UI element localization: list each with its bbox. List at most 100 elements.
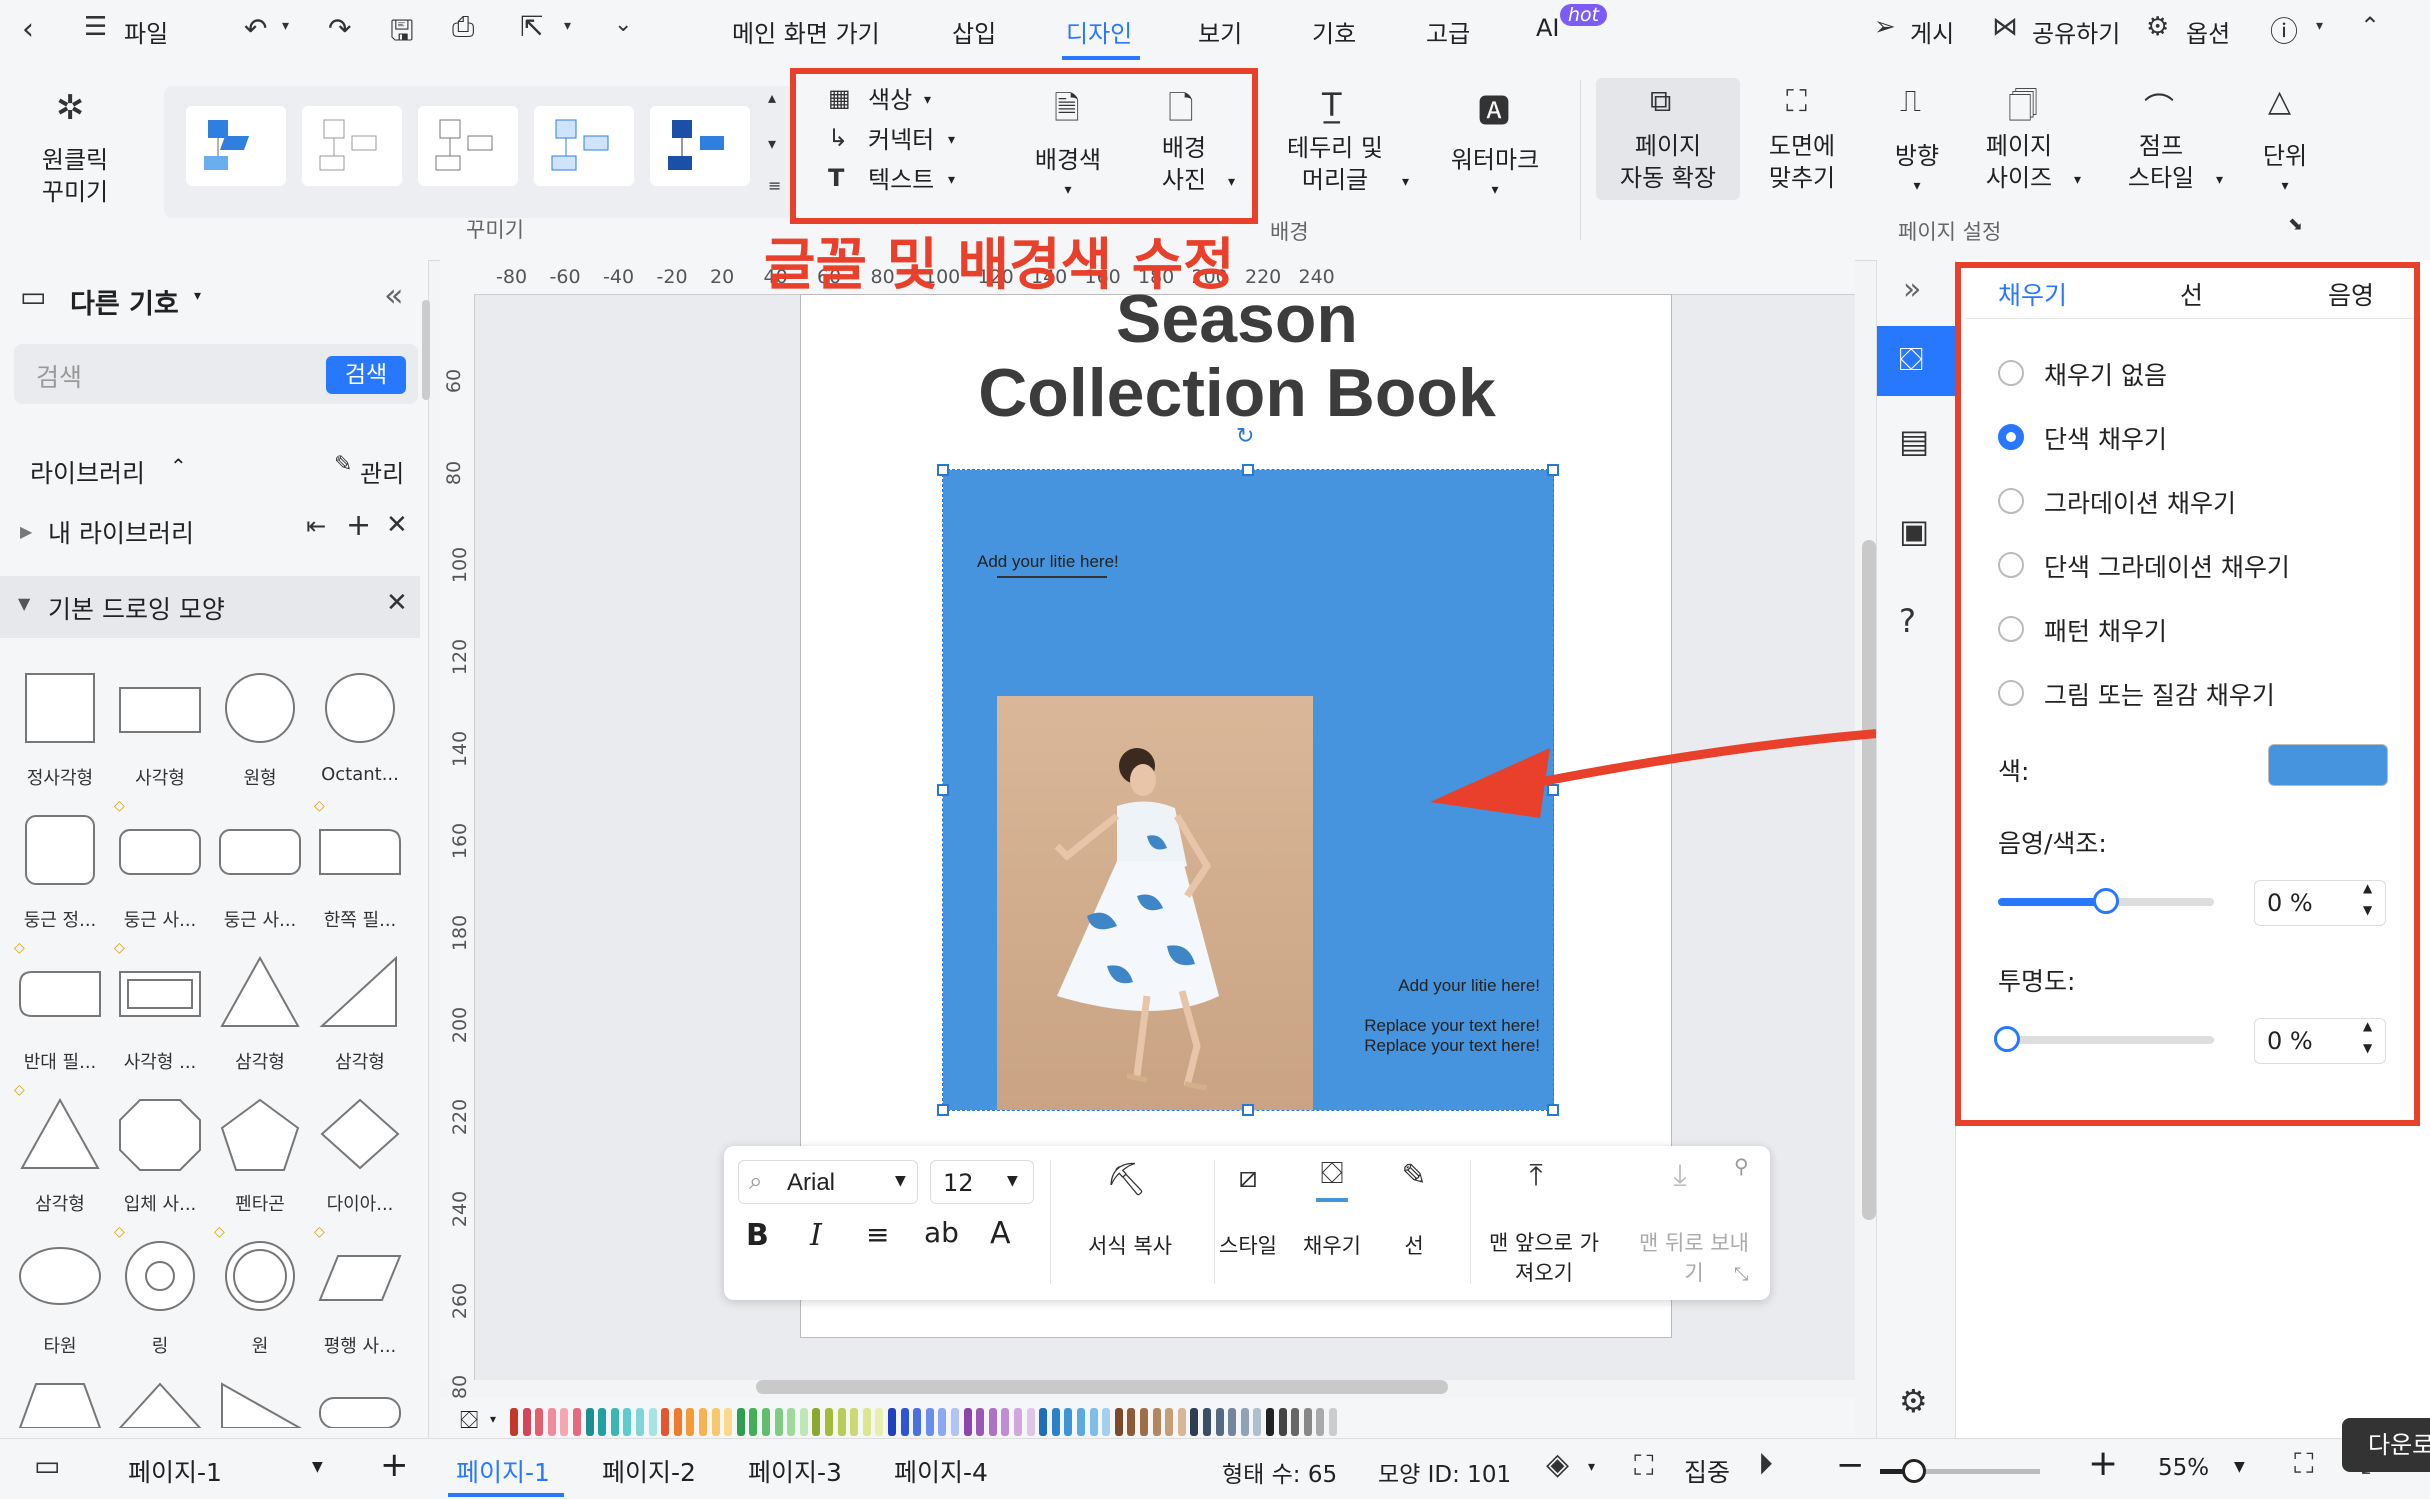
resize-handle[interactable] <box>1547 464 1559 476</box>
tab-page-3[interactable]: 페이지-3 <box>748 1453 842 1489</box>
redo-icon[interactable]: ↷ <box>328 12 351 45</box>
add-page-icon[interactable]: + <box>380 1445 409 1485</box>
collapse-ribbon-icon[interactable]: ⌃ <box>2360 12 2380 40</box>
style-theme-4[interactable] <box>534 106 634 186</box>
color-swatch[interactable] <box>1329 1408 1337 1436</box>
download-tooltip[interactable]: 다운로 <box>2342 1418 2430 1472</box>
text-case-icon[interactable]: ab <box>924 1216 959 1249</box>
line-pen-icon[interactable]: ✎ <box>1366 1158 1462 1193</box>
jump-style-button[interactable]: ⌒ 점프 스타일 ▾ <box>2106 84 2236 214</box>
menu-home[interactable]: 메인 화면 가기 <box>732 14 880 49</box>
color-swatch[interactable] <box>1026 1408 1035 1436</box>
style-theme-5[interactable] <box>650 106 750 186</box>
color-swatch[interactable] <box>560 1408 569 1436</box>
border-header-button[interactable]: T̲ 테두리 및 머리글 ▾ <box>1270 86 1420 216</box>
font-color-icon[interactable]: A <box>990 1216 1011 1251</box>
search-input[interactable]: 검색 <box>36 358 82 394</box>
shape-item[interactable]: 사각형 <box>110 668 210 798</box>
shape-item[interactable]: 링 ◇ <box>110 1224 210 1366</box>
font-select[interactable]: ⌕ Arial ▼ <box>738 1160 918 1204</box>
horizontal-scrollbar[interactable] <box>756 1380 1448 1394</box>
save-icon[interactable]: 🖫 <box>390 10 414 58</box>
chevron-down-icon[interactable]: ▾ <box>2316 18 2323 34</box>
zoom-out-icon[interactable]: − <box>1836 1445 1865 1485</box>
gallery-up-icon[interactable]: ▴ <box>768 88 776 107</box>
file-menu[interactable]: 파일 <box>124 14 168 49</box>
color-swatch[interactable] <box>1228 1408 1237 1436</box>
color-swatch[interactable] <box>762 1408 770 1436</box>
layers-icon[interactable]: ◈ <box>1546 1447 1569 1482</box>
color-swatch[interactable] <box>535 1408 544 1436</box>
shape-item[interactable] <box>310 1378 410 1428</box>
color-swatch[interactable] <box>799 1408 808 1436</box>
chevron-down-icon[interactable]: ▼ <box>312 1459 323 1475</box>
play-icon[interactable]: ⏵ <box>1758 1447 1773 1482</box>
color-swatch[interactable] <box>749 1408 758 1436</box>
orientation-button[interactable]: ⎍ 방향 ▾ <box>1862 84 1972 214</box>
color-swatch[interactable] <box>1001 1408 1010 1436</box>
color-swatch[interactable] <box>1114 1408 1123 1436</box>
resize-handle[interactable] <box>1242 464 1254 476</box>
shape-item[interactable]: 사각형 ... ◇ <box>110 940 210 1082</box>
shape-item[interactable]: 타원 <box>10 1236 110 1366</box>
color-swatch[interactable] <box>1215 1408 1224 1436</box>
resize-handle[interactable] <box>937 464 949 476</box>
color-swatch[interactable] <box>875 1408 884 1436</box>
color-swatch[interactable] <box>1203 1408 1211 1436</box>
help-icon[interactable]: ⓘ <box>2270 10 2298 50</box>
bold-icon[interactable]: B <box>746 1218 769 1253</box>
color-swatch[interactable] <box>988 1408 997 1436</box>
color-swatch[interactable] <box>661 1408 670 1436</box>
bring-front-icon[interactable]: ⤒ <box>1488 1158 1584 1193</box>
font-size-select[interactable]: 12 ▼ <box>930 1160 1034 1204</box>
color-swatch[interactable] <box>862 1408 871 1436</box>
menu-advanced[interactable]: 고급 <box>1426 14 1470 49</box>
color-swatch[interactable] <box>1316 1408 1325 1436</box>
color-swatch[interactable] <box>1014 1408 1022 1436</box>
watermark-button[interactable]: 🅰 워터마크 ▾ <box>1436 86 1554 216</box>
color-swatch[interactable] <box>1039 1408 1048 1436</box>
zoom-in-icon[interactable]: + <box>2088 1443 2118 1484</box>
sidebar-scrollbar[interactable] <box>422 300 430 400</box>
style-icon[interactable]: ⧄ <box>1200 1160 1296 1195</box>
page-list-icon[interactable]: ▭ <box>34 1449 60 1482</box>
expand-panel-icon[interactable]: » <box>1903 272 1921 307</box>
my-library[interactable]: 내 라이브러리 <box>48 514 194 550</box>
caret-right-icon[interactable]: ▶ <box>20 522 32 541</box>
share-icon[interactable]: ⋈ <box>1992 12 2018 42</box>
shape-item[interactable] <box>210 1378 310 1428</box>
shape-item[interactable]: 한쪽 필... ◇ <box>310 798 410 940</box>
color-swatch[interactable] <box>925 1408 934 1436</box>
import-icon[interactable]: ⇤ <box>306 512 326 540</box>
collapse-sidebar-icon[interactable]: « <box>384 276 404 314</box>
italic-icon[interactable]: I <box>810 1218 822 1253</box>
zoom-slider-knob[interactable] <box>1902 1459 1926 1483</box>
vertical-scrollbar[interactable] <box>1862 540 1876 1220</box>
page-select[interactable]: 페이지-1 <box>128 1453 222 1489</box>
shape-item[interactable]: Octant... <box>310 668 410 798</box>
quick-access-icon[interactable]: ⌄ <box>614 12 632 37</box>
focus-button[interactable]: 집중 <box>1684 1453 1730 1489</box>
color-swatch[interactable] <box>837 1408 846 1436</box>
gear-icon[interactable]: ⚙ <box>1899 1382 1928 1420</box>
menu-view[interactable]: 보기 <box>1198 14 1242 49</box>
color-swatch[interactable] <box>1278 1408 1287 1436</box>
color-swatch[interactable] <box>1291 1408 1300 1436</box>
style-theme-1[interactable] <box>186 106 286 186</box>
fit-page-icon[interactable]: ⛶ <box>2294 1447 2314 1481</box>
shape-item[interactable]: 원형 <box>210 668 310 798</box>
fit-drawing-button[interactable]: ⛶ 도면에 맞추기 <box>1752 84 1852 214</box>
color-swatch[interactable] <box>1064 1408 1073 1436</box>
gallery-down-icon[interactable]: ▾ <box>768 134 776 153</box>
gallery-more-icon[interactable]: ≡ <box>768 176 781 195</box>
color-swatch[interactable] <box>888 1408 896 1436</box>
share-button[interactable]: 공유하기 <box>2032 14 2120 49</box>
chevron-down-icon[interactable]: ▾ <box>194 288 201 304</box>
color-swatch[interactable] <box>1089 1408 1098 1436</box>
undo-icon[interactable]: ↶ <box>244 12 267 45</box>
oneclick-beautify-button[interactable]: ✲ 원클릭 꾸미기 <box>20 88 130 228</box>
chevron-down-icon[interactable]: ▾ <box>564 18 571 34</box>
zoom-slider[interactable] <box>1880 1459 2040 1483</box>
style-theme-2[interactable] <box>302 106 402 186</box>
shape-item[interactable]: 평행 사... ◇ <box>310 1224 410 1366</box>
